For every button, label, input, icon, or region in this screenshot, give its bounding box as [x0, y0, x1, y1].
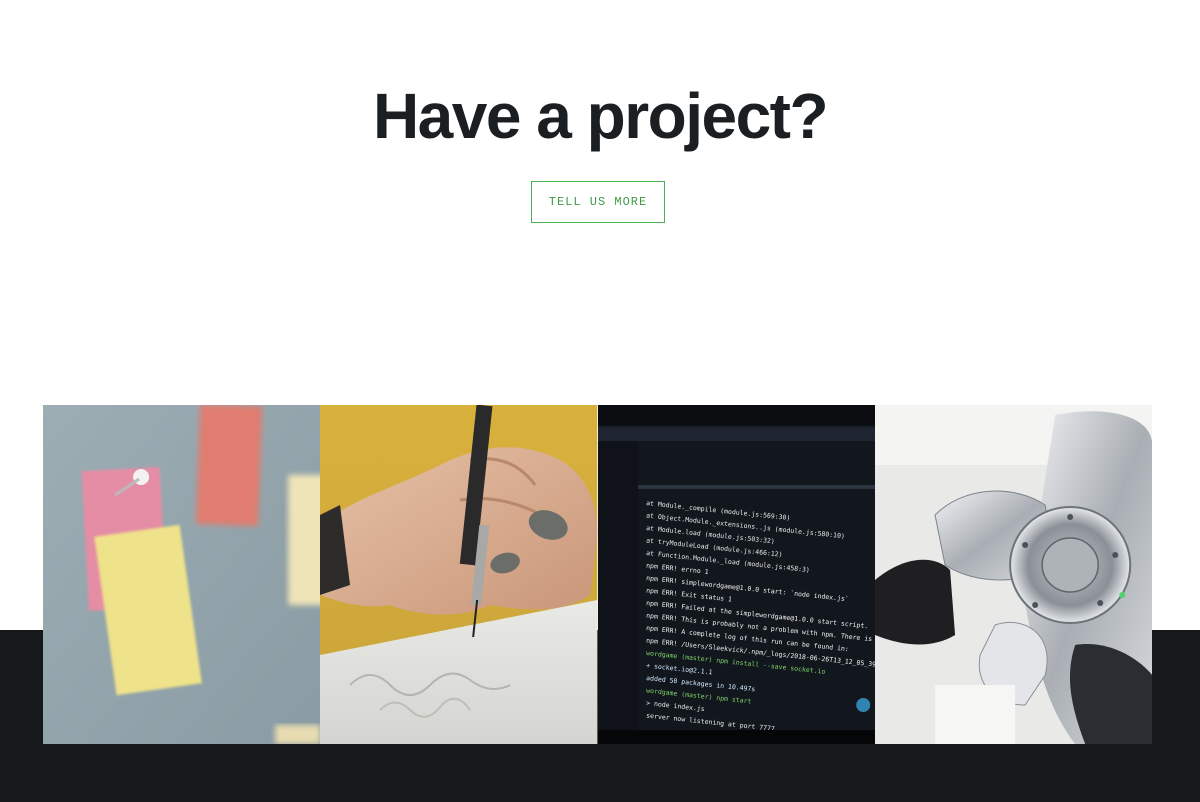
tell-us-more-button[interactable]: TELL US MORE — [531, 181, 665, 223]
robot-arm-photo — [874, 405, 1152, 744]
sticky-notes-photo — [43, 405, 321, 744]
terminal-code-photo: at Module._compile (module.js:569:30) at … — [597, 405, 875, 744]
page-title: Have a project? — [372, 80, 829, 152]
image-gallery: at Module._compile (module.js:569:30) at … — [43, 405, 1152, 744]
hand-drawing-photo — [320, 405, 598, 744]
